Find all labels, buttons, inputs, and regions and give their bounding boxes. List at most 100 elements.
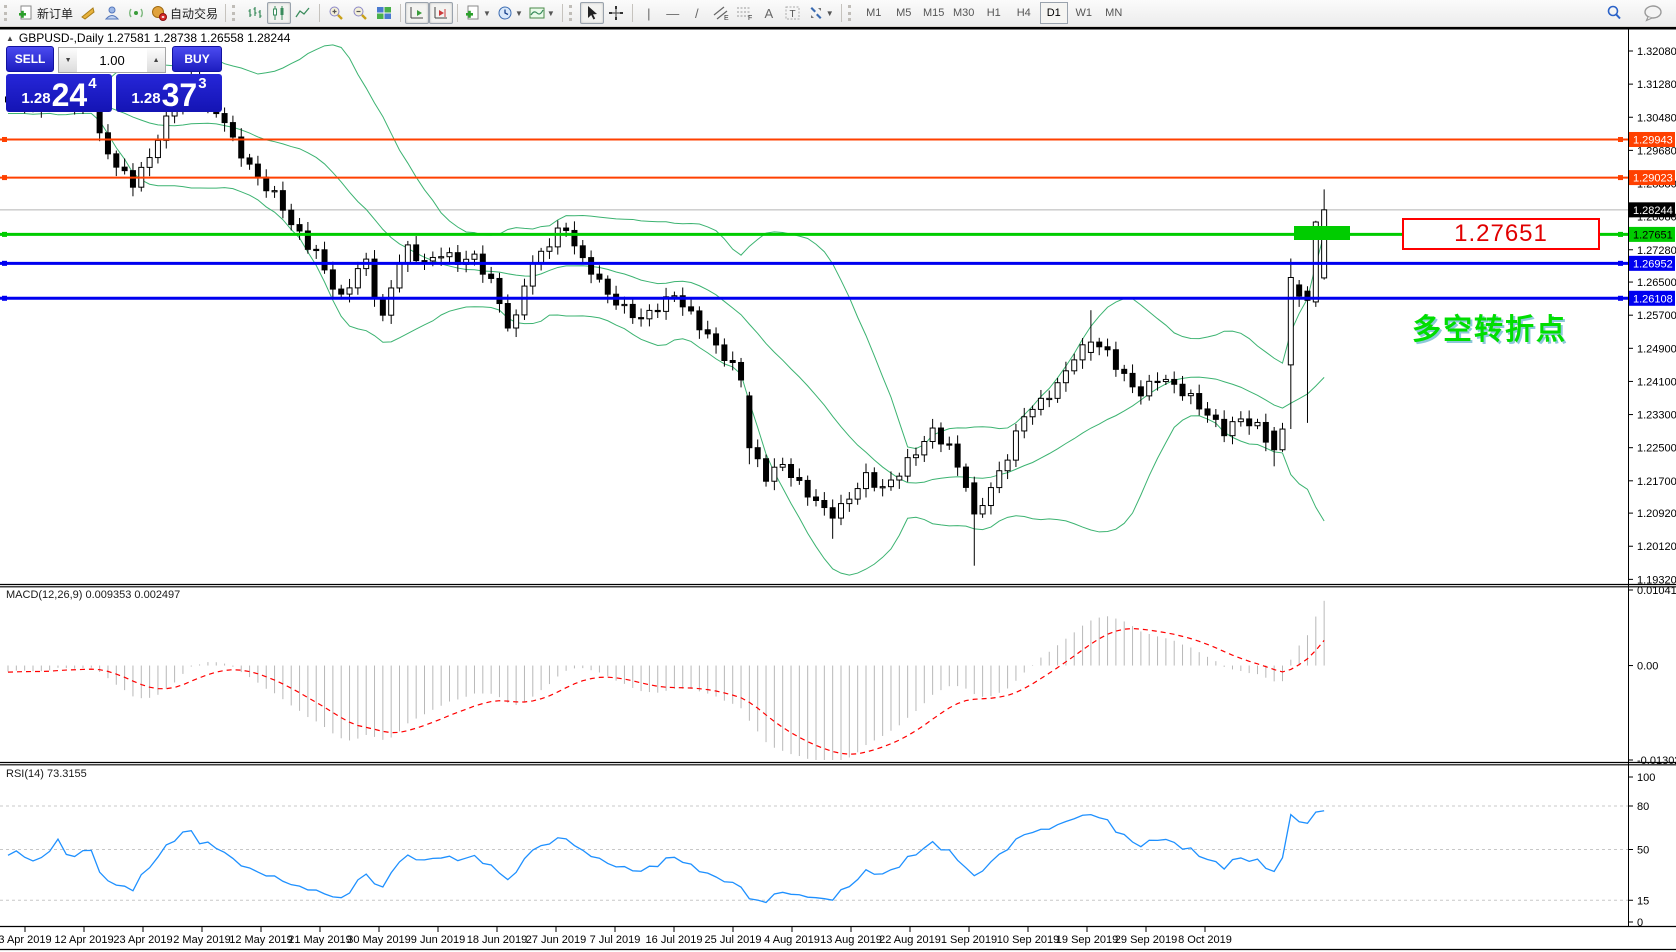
tile-windows-button[interactable] [372, 2, 396, 24]
sell-price[interactable]: 1.28 24 4 [6, 74, 112, 112]
candle [413, 244, 420, 262]
candle [1262, 421, 1269, 443]
candle [604, 278, 611, 295]
candle [546, 246, 553, 252]
timeframe-bar: M1 M5 M15 M30 H1 H4 D1 W1 MN [859, 2, 1129, 24]
price-annotation-box[interactable]: 1.27651 [1402, 218, 1600, 250]
candle [796, 476, 803, 481]
turning-point-annotation[interactable]: 多空转折点 [1412, 306, 1567, 348]
text-label-tool[interactable]: T [781, 2, 805, 24]
templates-button[interactable]: ▼ [526, 2, 558, 24]
hline-anchor[interactable] [1618, 260, 1623, 266]
crosshair-tool-button[interactable] [604, 2, 628, 24]
volume-decrease-button[interactable]: ▼ [59, 48, 78, 72]
hline-anchor[interactable] [1618, 295, 1623, 301]
timeframe-D1[interactable]: D1 [1039, 2, 1068, 24]
channel-tool[interactable]: E [709, 2, 733, 24]
timeframe-M15[interactable]: M15 [920, 2, 948, 24]
candle [721, 344, 728, 361]
hline-anchor[interactable] [1618, 175, 1623, 181]
hline-anchor[interactable] [2, 231, 7, 237]
date-label: 7 Jul 2019 [589, 934, 641, 946]
candle [429, 256, 436, 262]
candle [529, 263, 536, 287]
macd-axis-label: 0.010419 [1637, 585, 1676, 597]
buy-price[interactable]: 1.28 37 3 [116, 74, 222, 112]
auto-trading-button[interactable]: 自动交易 [148, 2, 221, 24]
candle [596, 273, 603, 280]
text-icon: A [764, 5, 774, 21]
chart-style-button[interactable] [76, 2, 100, 24]
text-tool[interactable]: A [757, 2, 781, 24]
line-chart-button[interactable] [291, 2, 315, 24]
fibonacci-tool[interactable]: F [733, 2, 757, 24]
volume-input[interactable] [77, 48, 148, 72]
toolbar-separator [631, 4, 633, 22]
candle [937, 427, 944, 445]
channel-icon: E [713, 6, 729, 21]
buy-button[interactable]: BUY [172, 46, 222, 72]
zoom-out-button[interactable] [348, 2, 372, 24]
horizontal-line-tool[interactable]: — [661, 2, 685, 24]
arrows-icon [810, 7, 822, 19]
candle [1146, 380, 1153, 397]
sell-price-big: 24 [51, 77, 88, 113]
candle [1137, 386, 1144, 397]
candle [404, 244, 411, 264]
new-order-button[interactable]: 新订单 [15, 2, 76, 24]
timeframe-M5[interactable]: M5 [890, 2, 918, 24]
chart-shift-button[interactable] [429, 2, 454, 24]
candle [929, 427, 936, 442]
dropdown-arrow-icon: ▼ [483, 8, 491, 18]
hline-icon: — [666, 5, 680, 21]
candle-chart-button[interactable] [267, 2, 292, 24]
price-axis-label: 1.32080 [1637, 46, 1676, 58]
signal-button[interactable] [124, 2, 148, 24]
candle [154, 139, 161, 159]
timeframe-MN[interactable]: MN [1100, 2, 1128, 24]
highlight-rectangle[interactable] [1294, 226, 1350, 240]
trendline-tool[interactable]: / [685, 2, 709, 24]
date-label: 25 Jul 2019 [704, 934, 762, 946]
hline-anchor[interactable] [1618, 136, 1623, 142]
indicators-button[interactable]: ▼ [462, 2, 494, 24]
hline-anchor[interactable] [2, 136, 7, 142]
search-icon [1607, 5, 1621, 20]
sell-price-base: 1.28 [21, 90, 51, 107]
periods-button[interactable]: ▼ [494, 2, 526, 24]
candle [746, 395, 753, 449]
profile-button[interactable] [100, 2, 124, 24]
vertical-line-tool[interactable]: | [637, 2, 661, 24]
timeframe-M1[interactable]: M1 [860, 2, 888, 24]
candle [421, 260, 428, 263]
price-chart[interactable]: 1.320801.312801.304801.296801.288801.280… [0, 0, 1676, 952]
cursor-tool-button[interactable] [579, 2, 604, 24]
candle [288, 209, 295, 226]
candle [1004, 459, 1011, 472]
timeframe-M30[interactable]: M30 [950, 2, 978, 24]
sell-button[interactable]: SELL [6, 46, 55, 72]
arrows-tool[interactable]: ▼ [805, 2, 837, 24]
candle [1079, 344, 1086, 361]
hline-anchor[interactable] [2, 295, 7, 301]
collapse-panel-arrow[interactable]: ▲ [6, 34, 14, 43]
hline-anchor[interactable] [2, 175, 7, 181]
macd-indicator-label: MACD(12,26,9) 0.009353 0.002497 [6, 589, 181, 601]
volume-increase-button[interactable]: ▲ [147, 48, 166, 72]
auto-scroll-button[interactable] [405, 2, 430, 24]
chat-button[interactable] [1640, 2, 1666, 24]
candle [738, 361, 745, 381]
search-button[interactable] [1602, 2, 1626, 24]
timeframe-H4[interactable]: H4 [1010, 2, 1038, 24]
timeframe-W1[interactable]: W1 [1070, 2, 1098, 24]
bar-chart-button[interactable] [243, 2, 267, 24]
hline-anchor[interactable] [1618, 231, 1623, 237]
indicators-icon [466, 5, 479, 20]
candle [121, 166, 128, 172]
hline-anchor[interactable] [2, 260, 7, 266]
zoom-in-button[interactable] [324, 2, 348, 24]
candle [979, 505, 986, 515]
candle [1071, 359, 1078, 372]
timeframe-H1[interactable]: H1 [980, 2, 1008, 24]
dropdown-arrow-icon: ▼ [825, 8, 834, 18]
